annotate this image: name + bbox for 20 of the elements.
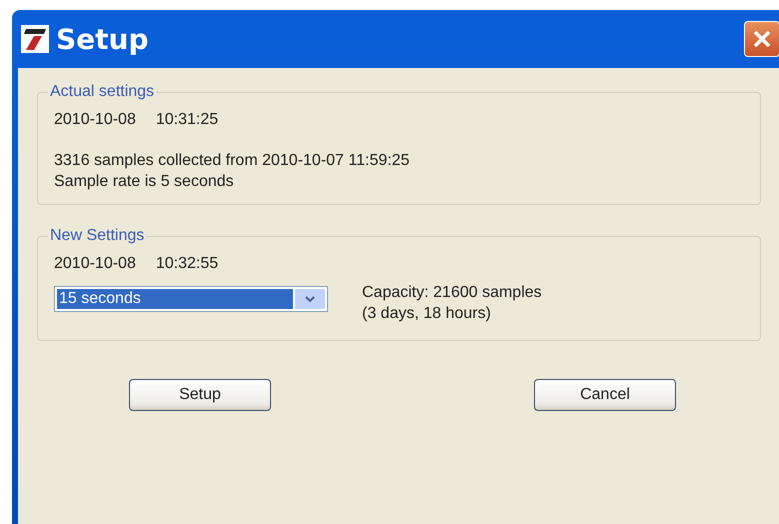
dropdown-button[interactable] <box>295 289 325 309</box>
chevron-down-icon <box>305 296 315 302</box>
sample-rate-dropdown[interactable]: 15 seconds <box>54 286 328 312</box>
date-text: 2010-10-08 <box>54 110 136 130</box>
group-legend: Actual settings <box>48 83 156 101</box>
info-text: 3316 samples collected from 2010-10-07 11:59:25 <box>54 151 410 171</box>
group-legend: New Settings <box>48 227 146 245</box>
capacity-text: (3 days, 18 hours) <box>362 304 492 324</box>
close-icon <box>752 29 772 49</box>
app-logo-icon <box>20 24 50 54</box>
time-text: 10:32:55 <box>156 254 218 274</box>
date-text: 2010-10-08 <box>54 254 136 274</box>
close-button[interactable] <box>744 21 779 57</box>
cancel-button[interactable]: Cancel <box>534 379 676 411</box>
time-text: 10:31:25 <box>156 110 218 130</box>
window-title: Setup <box>56 22 149 56</box>
capacity-text: Capacity: 21600 samples <box>362 283 542 303</box>
dropdown-value: 15 seconds <box>57 289 293 309</box>
setup-button[interactable]: Setup <box>129 379 271 411</box>
info-text: Sample rate is 5 seconds <box>54 172 235 192</box>
